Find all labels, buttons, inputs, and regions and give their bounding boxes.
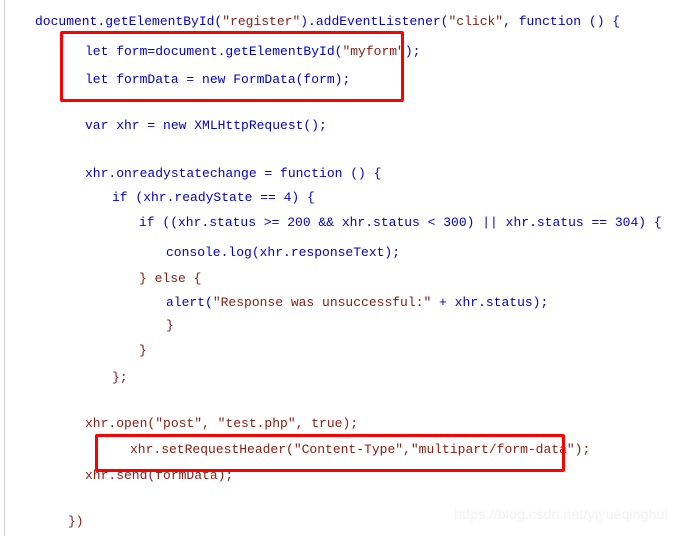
code-line: xhr.setRequestHeader("Content-Type","mul… — [130, 442, 590, 457]
code-token-string: xhr.open("post", "test.php", true); — [85, 416, 359, 431]
code-token-plain: var xhr = new XMLHttpRequest(); — [85, 118, 327, 133]
code-token-plain: if ((xhr.status >= 200 && xhr.status < 3… — [139, 215, 662, 230]
code-line: } else { — [139, 271, 201, 286]
code-token-string: } else { — [139, 271, 202, 286]
code-line: var xhr = new XMLHttpRequest(); — [85, 118, 327, 133]
code-token-plain: ).addEventListener( — [300, 14, 449, 29]
code-line: let formData = new FormData(form); — [85, 72, 350, 87]
code-line: document.getElementById("register").addE… — [35, 14, 620, 29]
code-token-plain: let form=document.getElementById( — [85, 44, 343, 59]
code-token-string: } — [166, 318, 174, 333]
code-line: console.log(xhr.responseText); — [166, 245, 400, 260]
code-line: xhr.onreadystatechange = function () { — [85, 166, 381, 181]
code-token-plain: xhr.onreadystatechange = function () { — [85, 166, 382, 181]
code-token-string: }) — [68, 514, 84, 529]
code-block: document.getElementById("register").addE… — [0, 0, 674, 536]
code-token-string: xhr.send(formData); — [85, 468, 234, 483]
code-token-plain: + xhr.status); — [431, 295, 549, 310]
code-line: } — [166, 318, 174, 333]
code-line: xhr.send(formData); — [85, 468, 233, 483]
code-line: if ((xhr.status >= 200 && xhr.status < 3… — [139, 215, 662, 230]
watermark-text: https://blog.csdn.net/yiyueqinghui — [454, 506, 668, 522]
code-token-string: }; — [112, 370, 128, 385]
code-line: }; — [112, 370, 128, 385]
code-token-string: "Response was unsuccessful:" — [212, 295, 432, 310]
code-token-plain: if (xhr.readyState == 4) { — [112, 190, 315, 205]
code-token-plain: let formData = new FormData(form); — [85, 72, 351, 87]
code-token-string: } — [139, 343, 147, 358]
code-token-plain: ); — [404, 44, 421, 59]
code-line: alert("Response was unsuccessful:" + xhr… — [166, 295, 548, 310]
code-token-string: xhr.setRequestHeader("Content-Type","mul… — [130, 442, 591, 457]
code-line: } — [139, 343, 147, 358]
code-token-string: "register" — [222, 14, 301, 29]
code-token-plain: , function () { — [503, 14, 621, 29]
code-token-plain: document.getElementById( — [35, 14, 223, 29]
code-token-plain: console.log(xhr.responseText); — [166, 245, 401, 260]
code-token-string: "click" — [448, 14, 504, 29]
code-token-plain: alert( — [166, 295, 213, 310]
code-line: }) — [68, 514, 84, 529]
code-token-string: "myform" — [342, 44, 405, 59]
code-line: if (xhr.readyState == 4) { — [112, 190, 315, 205]
code-line: xhr.open("post", "test.php", true); — [85, 416, 358, 431]
code-line: let form=document.getElementById("myform… — [85, 44, 420, 59]
